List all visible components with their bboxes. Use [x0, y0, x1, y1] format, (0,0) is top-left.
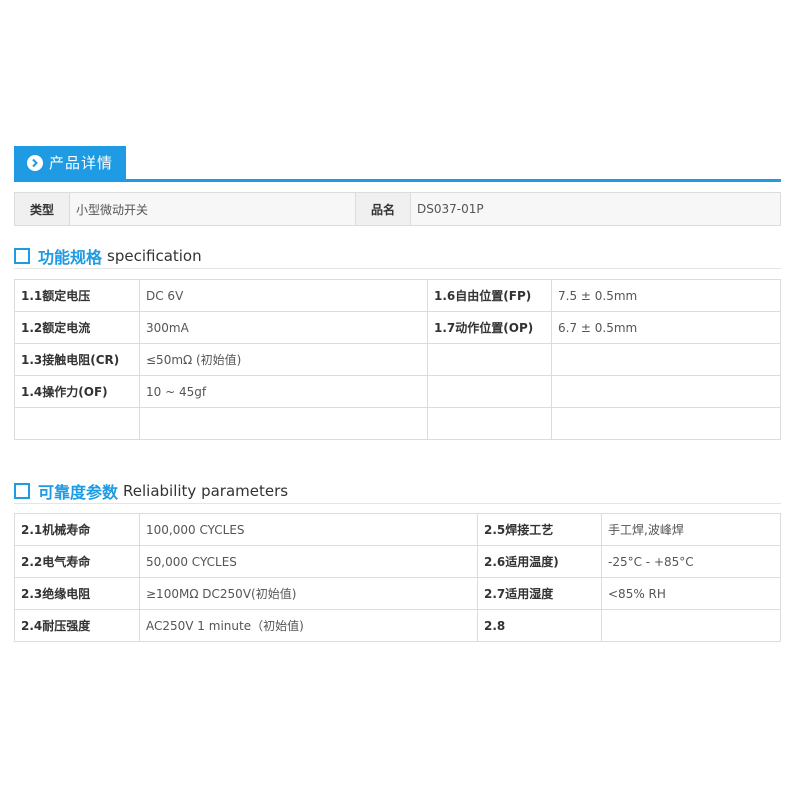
spec-section-title: 功能规格 specification — [14, 244, 202, 268]
param-name: 2.6适用温度) — [477, 545, 602, 578]
param-name: 2.5焊接工艺 — [477, 513, 602, 546]
param-name: 1.3接触电阻(CR) — [14, 343, 140, 376]
product-details-tab[interactable]: 产品详情 — [14, 146, 126, 179]
param-value — [139, 407, 428, 440]
param-value: 7.5 ± 0.5mm — [551, 279, 781, 312]
param-name — [427, 375, 552, 408]
square-icon — [14, 248, 30, 264]
square-icon — [14, 483, 30, 499]
spec-title-cn: 功能规格 — [38, 248, 103, 267]
table-row: 2.4耐压强度 AC250V 1 minute（初始值) 2.8 — [14, 609, 781, 642]
table-row: 1.4操作力(OF) 10 ~ 45gf — [14, 375, 781, 408]
param-name: 2.3绝缘电阻 — [14, 577, 140, 610]
param-name: 2.2电气寿命 — [14, 545, 140, 578]
reliability-table: 2.1机械寿命 100,000 CYCLES 2.5焊接工艺 手工焊,波峰焊 2.2电气… — [14, 513, 781, 642]
table-row: 1.3接触电阻(CR) ≤50mΩ (初始值) — [14, 343, 781, 376]
divider — [14, 503, 781, 504]
param-value: 手工焊,波峰焊 — [601, 513, 781, 546]
param-name: 1.1额定电压 — [14, 279, 140, 312]
param-name: 1.7动作位置(OP) — [427, 311, 552, 344]
type-label: 类型 — [14, 192, 70, 226]
table-row: 1.1额定电压 DC 6V 1.6自由位置(FP) 7.5 ± 0.5mm — [14, 279, 781, 312]
table-row: 2.1机械寿命 100,000 CYCLES 2.5焊接工艺 手工焊,波峰焊 — [14, 513, 781, 546]
param-name: 1.4操作力(OF) — [14, 375, 140, 408]
reliability-title-cn: 可靠度参数 — [38, 483, 119, 502]
param-name — [14, 407, 140, 440]
param-value: 300mA — [139, 311, 428, 344]
reliability-section-title: 可靠度参数 Reliability parameters — [14, 479, 288, 503]
table-row: 2.2电气寿命 50,000 CYCLES 2.6适用温度) -25°C - +85°… — [14, 545, 781, 578]
param-name: 2.8 — [477, 609, 602, 642]
spec-title-en: specification — [107, 247, 202, 265]
chevron-right-icon — [27, 154, 43, 171]
param-value: ≥100MΩ DC250V(初始值) — [139, 577, 478, 610]
param-value — [601, 609, 781, 642]
product-details-tab-bar: 产品详情 — [14, 146, 781, 182]
spec-table: 1.1额定电压 DC 6V 1.6自由位置(FP) 7.5 ± 0.5mm 1.2额定电… — [14, 279, 781, 440]
table-row: 类型 小型微动开关 品名 DS037-01P — [14, 192, 781, 226]
param-value — [551, 343, 781, 376]
reliability-title-en: Reliability parameters — [123, 482, 289, 500]
divider — [14, 268, 781, 269]
table-row: 1.2额定电流 300mA 1.7动作位置(OP) 6.7 ± 0.5mm — [14, 311, 781, 344]
param-name: 1.2额定电流 — [14, 311, 140, 344]
table-row — [14, 407, 781, 440]
param-value: 10 ~ 45gf — [139, 375, 428, 408]
param-name: 1.6自由位置(FP) — [427, 279, 552, 312]
param-name — [427, 343, 552, 376]
type-value: 小型微动开关 — [69, 192, 356, 226]
param-value — [551, 375, 781, 408]
product-info-table: 类型 小型微动开关 品名 DS037-01P — [14, 192, 781, 226]
name-value: DS037-01P — [410, 192, 781, 226]
param-value: AC250V 1 minute（初始值) — [139, 609, 478, 642]
param-value: ≤50mΩ (初始值) — [139, 343, 428, 376]
name-label: 品名 — [355, 192, 411, 226]
param-value: 6.7 ± 0.5mm — [551, 311, 781, 344]
param-value — [551, 407, 781, 440]
param-value: 50,000 CYCLES — [139, 545, 478, 578]
param-value: -25°C - +85°C — [601, 545, 781, 578]
param-name: 2.4耐压强度 — [14, 609, 140, 642]
param-value: DC 6V — [139, 279, 428, 312]
param-name: 2.7适用湿度 — [477, 577, 602, 610]
table-row: 2.3绝缘电阻 ≥100MΩ DC250V(初始值) 2.7适用湿度 <85% RH — [14, 577, 781, 610]
param-name — [427, 407, 552, 440]
param-name: 2.1机械寿命 — [14, 513, 140, 546]
param-value: <85% RH — [601, 577, 781, 610]
tab-label: 产品详情 — [49, 154, 114, 172]
param-value: 100,000 CYCLES — [139, 513, 478, 546]
